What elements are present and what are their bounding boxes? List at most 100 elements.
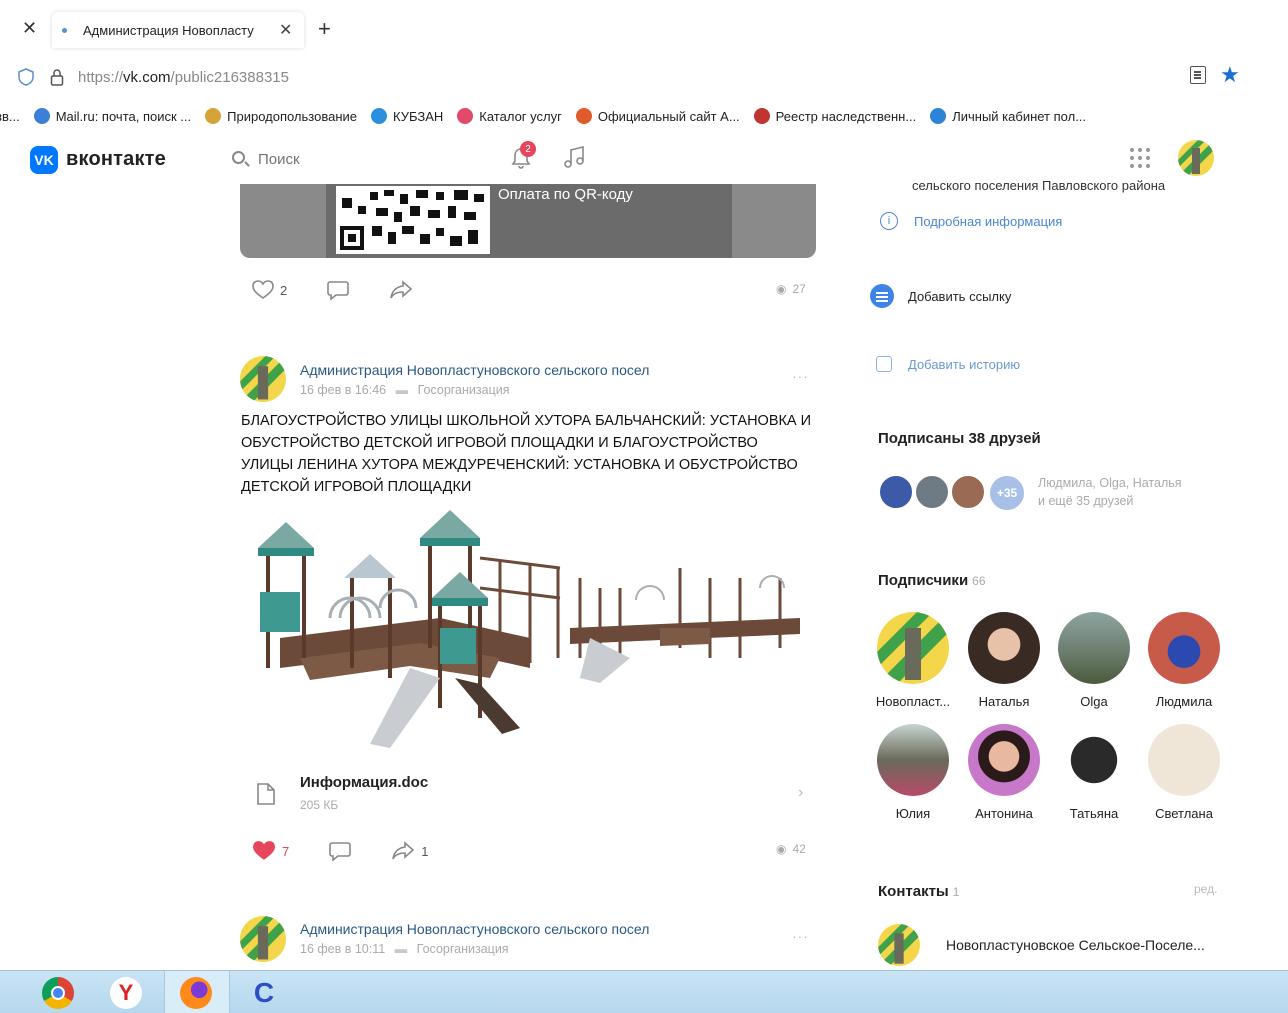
tab-close-icon[interactable]: ✕ bbox=[279, 20, 292, 40]
subscriber-item[interactable]: Olga bbox=[1052, 612, 1136, 709]
bookmark-item[interactable]: Природопользование bbox=[205, 108, 357, 124]
bookmark-item[interactable]: Каталог услуг bbox=[457, 108, 562, 124]
add-link-button[interactable]: Добавить ссылку bbox=[870, 284, 1011, 308]
heart-icon bbox=[253, 841, 275, 860]
attachment-doc[interactable]: Информация.doc 205 КБ › bbox=[240, 768, 816, 820]
friends-title[interactable]: Подписаны 38 друзей bbox=[878, 430, 1041, 447]
attachment-name[interactable]: Информация.doc bbox=[300, 774, 428, 791]
notification-badge: 2 bbox=[520, 141, 536, 157]
subscriber-item[interactable]: Новопласт... bbox=[871, 612, 955, 709]
like-button[interactable]: 2 bbox=[252, 280, 287, 300]
music-icon[interactable] bbox=[562, 144, 588, 172]
subscriber-item[interactable]: Антонина bbox=[962, 724, 1046, 821]
post-text: БЛАГОУСТРОЙСТВО УЛИЦЫ ШКОЛЬНОЙ ХУТОРА БА… bbox=[241, 413, 812, 495]
ccleaner-icon[interactable]: C bbox=[248, 977, 280, 1009]
subscriber-item[interactable]: Юлия bbox=[871, 724, 955, 821]
add-story-label: Добавить историю bbox=[908, 356, 1021, 372]
reader-view-icon[interactable] bbox=[1190, 66, 1206, 84]
vk-brand[interactable]: вконтакте bbox=[66, 148, 166, 171]
subscriber-item[interactable]: Наталья bbox=[962, 612, 1046, 709]
add-story-button[interactable]: Добавить историю bbox=[876, 356, 1020, 372]
chevron-right-icon[interactable]: › bbox=[798, 784, 803, 802]
tab-title: Администрация Новопласту bbox=[83, 22, 254, 38]
avatar bbox=[968, 612, 1040, 684]
avatar bbox=[1148, 724, 1220, 796]
avatar bbox=[878, 924, 920, 966]
avatar bbox=[877, 724, 949, 796]
post-date[interactable]: 16 фев в 16:46 bbox=[300, 383, 386, 397]
contacts-title[interactable]: Контакты 1 bbox=[878, 883, 959, 900]
new-tab-icon[interactable]: + bbox=[318, 16, 331, 42]
friend-avatar[interactable] bbox=[950, 474, 986, 510]
bookmark-item[interactable]: зв... bbox=[0, 109, 20, 124]
subscribers-title-label: Подписчики bbox=[878, 572, 969, 589]
bookmark-favicon-icon bbox=[205, 108, 222, 124]
subscriber-item[interactable]: Светлана bbox=[1142, 724, 1226, 821]
post-more-icon[interactable]: ··· bbox=[792, 928, 809, 944]
address-bar[interactable]: https://vk.com/public216388315 ★ bbox=[0, 58, 1288, 98]
close-window-icon[interactable]: ✕ bbox=[22, 18, 37, 39]
bookmark-item[interactable]: Личный кабинет пол... bbox=[930, 108, 1086, 124]
contact-item[interactable]: Новопластуновское Сельское-Поселе... bbox=[878, 924, 1205, 966]
qr-image[interactable]: Оплата по QR-коду bbox=[240, 184, 816, 258]
like-count: 7 bbox=[282, 843, 290, 859]
post-more-icon[interactable]: ··· bbox=[792, 368, 809, 384]
subscriber-name: Антонина bbox=[975, 806, 1033, 821]
shield-icon[interactable] bbox=[18, 68, 34, 86]
avatar bbox=[1058, 612, 1130, 684]
bookmark-item[interactable]: Официальный сайт А... bbox=[575, 108, 740, 124]
apps-grid-icon[interactable] bbox=[1130, 148, 1150, 168]
bookmark-label: Личный кабинет пол... bbox=[952, 108, 1087, 124]
browser-tab[interactable]: Администрация Новопласту ✕ bbox=[52, 12, 304, 48]
post-meta: 16 фев в 10:11 ▬ Госорганизация bbox=[300, 942, 509, 956]
post-author-avatar[interactable] bbox=[240, 356, 286, 402]
post-author-name[interactable]: Администрация Новопластуновского сельско… bbox=[300, 362, 649, 378]
friends-names[interactable]: Людмила, Olga, Наталья и ещё 35 друзей bbox=[1038, 474, 1182, 510]
bookmark-star-icon[interactable]: ★ bbox=[1220, 62, 1240, 88]
friends-more-badge[interactable]: +35 bbox=[988, 474, 1026, 512]
browser-tabbar: ✕ Администрация Новопласту ✕ + bbox=[0, 0, 1288, 58]
post-author-avatar[interactable] bbox=[240, 916, 286, 962]
views-counter: ◉ 42 bbox=[776, 842, 806, 856]
firefox-icon[interactable] bbox=[180, 977, 212, 1009]
details-link[interactable]: i Подробная информация bbox=[880, 212, 1062, 230]
search-input[interactable] bbox=[258, 148, 458, 170]
comment-button[interactable] bbox=[327, 280, 350, 300]
post-author-name[interactable]: Администрация Новопластуновского сельско… bbox=[300, 921, 649, 937]
bookmark-item[interactable]: Реестр наследственн... bbox=[753, 108, 916, 124]
friend-avatar[interactable] bbox=[878, 474, 914, 510]
subscribers-title[interactable]: Подписчики 66 bbox=[878, 572, 986, 589]
qr-code-icon bbox=[336, 186, 490, 254]
vk-logo-icon[interactable]: VK bbox=[30, 146, 58, 174]
link-icon bbox=[870, 284, 894, 308]
subscriber-name: Наталья bbox=[978, 694, 1030, 709]
bookmark-label: Официальный сайт А... bbox=[597, 108, 740, 124]
friend-avatar[interactable] bbox=[914, 474, 950, 510]
bookmark-item[interactable]: КУБЗАН bbox=[371, 108, 443, 124]
share-button[interactable] bbox=[389, 280, 413, 300]
avatar[interactable] bbox=[1178, 140, 1214, 176]
subscriber-name: Людмила bbox=[1155, 694, 1213, 709]
share-button[interactable]: 1 bbox=[391, 841, 428, 861]
comment-button[interactable] bbox=[329, 841, 352, 861]
bookmark-label: КУБЗАН bbox=[393, 108, 444, 124]
vk-header: VK вконтакте 2 bbox=[0, 136, 1288, 184]
subscriber-item[interactable]: Людмила bbox=[1142, 612, 1226, 709]
lock-icon[interactable] bbox=[50, 68, 64, 86]
playground-image[interactable] bbox=[240, 508, 814, 758]
subscriber-name: Olga bbox=[1080, 694, 1108, 709]
post-date[interactable]: 16 фев в 10:11 bbox=[300, 942, 385, 956]
views-count: 42 bbox=[792, 842, 806, 856]
chrome-icon[interactable] bbox=[42, 977, 74, 1009]
share-count: 1 bbox=[421, 843, 429, 859]
edit-contacts-link[interactable]: ред. bbox=[1194, 882, 1217, 896]
attachment-size: 205 КБ bbox=[300, 798, 339, 812]
document-icon bbox=[257, 783, 275, 805]
yandex-browser-icon[interactable]: Y bbox=[110, 977, 142, 1009]
bookmark-item[interactable]: Mail.ru: почта, поиск ... bbox=[33, 108, 191, 124]
like-button[interactable]: 7 bbox=[252, 840, 289, 862]
subscriber-item[interactable]: Татьяна bbox=[1052, 724, 1136, 821]
url-text[interactable]: https://vk.com/public216388315 bbox=[78, 69, 289, 86]
search-icon bbox=[232, 151, 245, 164]
post-category: Госорганизация bbox=[417, 383, 510, 397]
